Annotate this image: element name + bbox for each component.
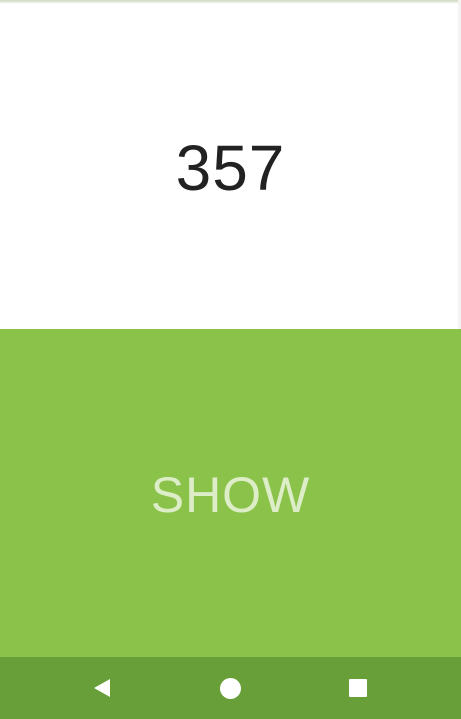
recents-button[interactable]: [343, 673, 373, 703]
home-circle-icon: [219, 677, 241, 699]
show-button[interactable]: SHOW: [0, 329, 461, 657]
number-panel: 357: [0, 3, 461, 329]
show-button-label: SHOW: [150, 467, 311, 523]
number-display: 357: [175, 132, 286, 204]
recents-square-icon: [349, 679, 367, 697]
app-screen: 357 SHOW: [0, 0, 461, 719]
home-button[interactable]: [215, 673, 245, 703]
back-button[interactable]: [87, 673, 117, 703]
navigation-bar: [0, 657, 461, 719]
back-triangle-icon: [94, 679, 110, 697]
